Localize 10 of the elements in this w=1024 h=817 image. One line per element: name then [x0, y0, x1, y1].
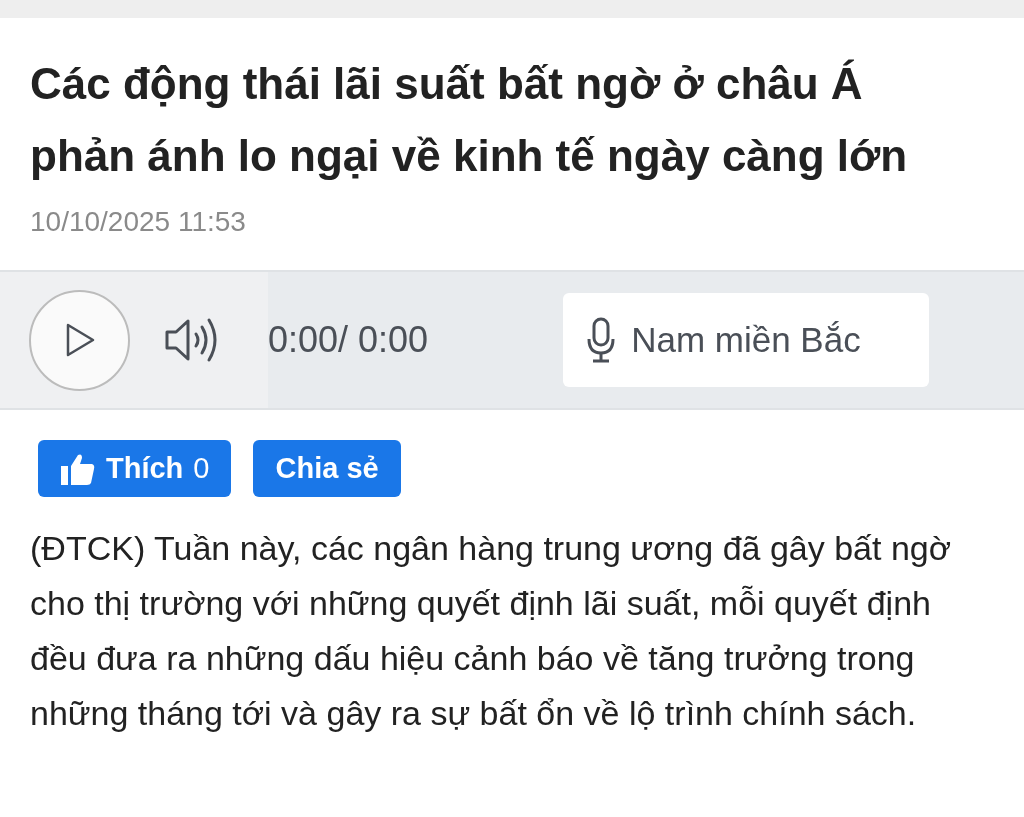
like-button[interactable]: Thích 0 — [38, 440, 232, 497]
play-icon — [64, 323, 95, 357]
voice-selector[interactable]: Nam miền Bắc — [563, 293, 930, 387]
article-lead: (ĐTCK) Tuần này, các ngân hàng trung ương đã gây bất ngờ cho thị trường với những quyết định lãi suất, mỗi quyết định đều đưa ra những dấu hiệu cảnh báo về tăng trưởng trong những tháng tới và gây ra sự bất ổn về lộ trình chính sách. — [29, 528, 953, 734]
thumbs-up-icon — [60, 451, 96, 486]
share-button[interactable]: Chia sẻ — [253, 440, 401, 497]
microphone-icon — [587, 317, 616, 363]
playback-time: 0:00/ 0:00 — [268, 319, 429, 361]
publish-date: 10/10/2025 11:53 — [29, 205, 247, 239]
article-title: Các động thái lãi suất bất ngờ ở châu Á phản ánh lo ngại về kinh tế ngày càng lớn — [29, 58, 909, 182]
